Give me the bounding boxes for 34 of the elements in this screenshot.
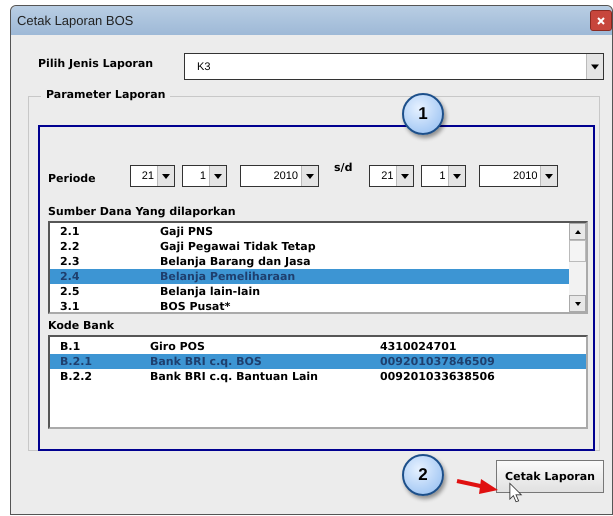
list-item[interactable]: 2.2 Gaji Pegawai Tidak Tetap	[50, 239, 569, 254]
scroll-thumb[interactable]	[569, 240, 586, 262]
date-dropdown[interactable]: 2010	[479, 165, 558, 187]
date-dropdown[interactable]: 1	[421, 165, 466, 187]
date-dropdown[interactable]: 21	[369, 165, 414, 187]
date-dropdown[interactable]: 21	[130, 165, 175, 187]
funding-source-list[interactable]: 2.1 Gaji PNS 2.2 Gaji Pegawai Tidak Tetap 2.3 Belanja Barang dan Jasa 2.4 Belanja Pemeliharaan 2.5 Belanja lain-lain 3.1 BOS Pusat*	[48, 221, 588, 314]
list-item[interactable]: 2.3 Belanja Barang dan Jasa	[50, 254, 569, 269]
mouse-cursor-icon	[509, 482, 523, 504]
separator-label: s/d	[333, 161, 354, 174]
field-label: Periode	[48, 171, 97, 185]
pointer-arrow-icon	[455, 476, 499, 496]
list-item[interactable]: B.1 Giro POS 4310024701	[50, 339, 586, 354]
section-label: Kode Bank	[48, 319, 116, 332]
field-label: Pilih Jenis Laporan	[38, 57, 154, 70]
list-item[interactable]: 3.1 BOS Pusat*	[50, 299, 569, 314]
list-item[interactable]: B.2.2 Bank BRI c.q. Bantuan Lain 009201033638506	[50, 369, 586, 384]
date-dropdown[interactable]: 2010	[240, 165, 319, 187]
list-item[interactable]: 2.5 Belanja lain-lain	[50, 284, 569, 299]
date-dropdown[interactable]: 1	[182, 165, 227, 187]
list-item[interactable]: 2.1 Gaji PNS	[50, 224, 569, 239]
print-button[interactable]: Cetak Laporan	[496, 460, 604, 493]
callout-badge: 2	[402, 454, 444, 496]
scroll-down-button[interactable]	[569, 295, 586, 312]
callout-badge: 1	[402, 93, 444, 135]
section-label: Sumber Dana Yang dilaporkan	[48, 205, 237, 218]
scroll-up-button[interactable]	[569, 223, 586, 240]
bank-list[interactable]: B.1 Giro POS 4310024701 B.2.1 Bank BRI c.q. BOS 009201037846509 B.2.2 Bank BRI c.q. Bantuan Lain 009201033638506	[48, 335, 588, 429]
close-icon[interactable]	[596, 16, 606, 26]
scrollbar[interactable]	[569, 223, 586, 312]
group-title: Parameter Laporan	[41, 88, 170, 101]
window-title: Cetak Laporan BOS	[16, 13, 134, 28]
report-type-dropdown[interactable]: K3	[184, 53, 604, 80]
close-button[interactable]	[590, 10, 612, 31]
